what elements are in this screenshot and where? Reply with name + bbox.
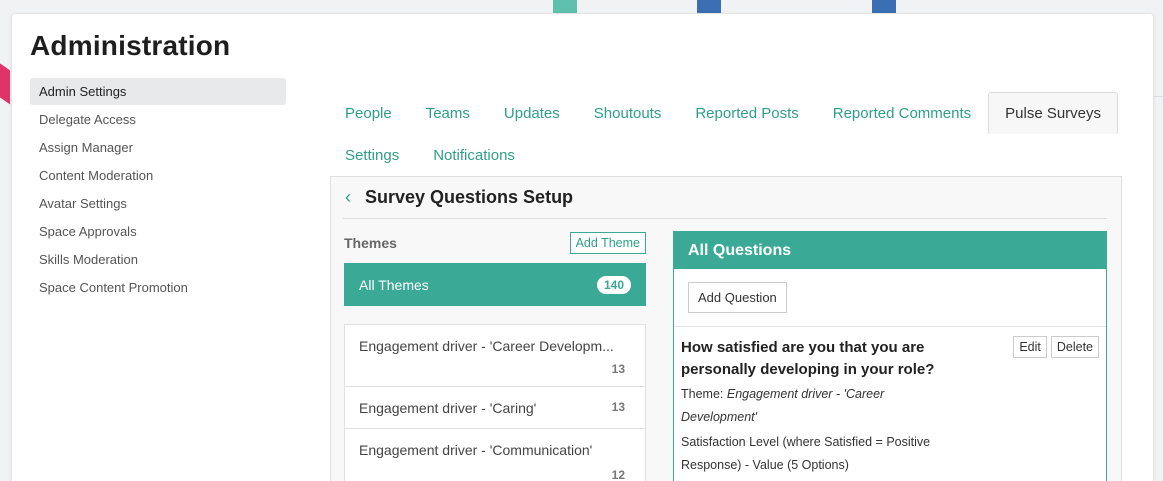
question-actions: Edit Delete xyxy=(1013,336,1099,358)
add-question-area: Add Question xyxy=(674,269,1106,327)
themes-column: Themes Add Theme All Themes 140 Engageme… xyxy=(344,231,646,481)
question-title: How satisfied are you that you are perso… xyxy=(681,339,935,378)
count-badge: 140 xyxy=(596,275,631,294)
background-decoration xyxy=(872,0,896,14)
sidebar-item-admin-settings[interactable]: Admin Settings xyxy=(30,78,286,105)
tab-notifications[interactable]: Notifications xyxy=(416,134,532,176)
content-title: Survey Questions Setup xyxy=(365,187,574,207)
sidebar-item-assign-manager[interactable]: Assign Manager xyxy=(30,134,286,161)
theme-name: Engagement driver - 'Career Developm... xyxy=(359,338,614,354)
add-question-button[interactable]: Add Question xyxy=(688,282,787,313)
background-decoration xyxy=(553,0,577,14)
tab-reported-comments[interactable]: Reported Comments xyxy=(816,92,988,134)
theme-list: Engagement driver - 'Career Developm... … xyxy=(344,324,646,481)
themes-header: Themes Add Theme xyxy=(344,231,646,255)
theme-name: Engagement driver - 'Communication' xyxy=(359,442,593,458)
tab-teams[interactable]: Teams xyxy=(409,92,487,134)
sidebar-item-avatar-settings[interactable]: Avatar Settings xyxy=(30,190,286,217)
theme-count: 13 xyxy=(611,362,625,376)
content-header: ‹ Survey Questions Setup xyxy=(343,177,1107,219)
theme-count: 12 xyxy=(611,468,625,481)
sidebar: Admin Settings Delegate Access Assign Ma… xyxy=(30,78,286,302)
theme-item[interactable]: Engagement driver - 'Communication' 12 xyxy=(345,429,645,481)
add-theme-button[interactable]: Add Theme xyxy=(569,232,646,254)
theme-count: 13 xyxy=(611,400,625,414)
sidebar-item-space-approvals[interactable]: Space Approvals xyxy=(30,218,286,245)
theme-name: Engagement driver - 'Caring' xyxy=(359,400,537,416)
questions-column: All Questions Add Question How satisfied… xyxy=(673,231,1107,481)
survey-questions-panel: ‹ Survey Questions Setup Themes Add Them… xyxy=(330,176,1122,481)
all-themes-label: All Themes xyxy=(359,276,429,293)
tab-pulse-surveys[interactable]: Pulse Surveys xyxy=(988,92,1119,134)
theme-item[interactable]: Engagement driver - 'Career Developm... … xyxy=(345,325,645,387)
tab-updates[interactable]: Updates xyxy=(487,92,577,134)
question-type: Satisfaction Level (where Satisfied = Po… xyxy=(681,435,931,472)
tab-shoutouts[interactable]: Shoutouts xyxy=(577,92,679,134)
tab-row: Settings Notifications xyxy=(328,134,1128,176)
page-title: Administration xyxy=(30,30,231,61)
sidebar-item-skills-moderation[interactable]: Skills Moderation xyxy=(30,246,286,273)
background-decoration xyxy=(1153,96,1163,97)
questions-header: All Questions xyxy=(674,232,1106,269)
background-decoration xyxy=(697,0,721,14)
question-item: How satisfied are you that you are perso… xyxy=(674,327,1106,477)
admin-panel: Administration Admin Settings Delegate A… xyxy=(11,13,1154,481)
delete-button[interactable]: Delete xyxy=(1050,336,1099,358)
sidebar-item-content-moderation[interactable]: Content Moderation xyxy=(30,162,286,189)
background-decoration xyxy=(0,53,10,105)
themes-label: Themes xyxy=(344,235,397,251)
theme-item[interactable]: Engagement driver - 'Caring' 13 xyxy=(345,387,645,429)
question-theme-prefix: Theme: xyxy=(681,387,727,401)
tab-reported-posts[interactable]: Reported Posts xyxy=(678,92,815,134)
tab-row: People Teams Updates Shoutouts Reported … xyxy=(328,92,1128,134)
sidebar-item-delegate-access[interactable]: Delegate Access xyxy=(30,106,286,133)
tab-settings[interactable]: Settings xyxy=(328,134,416,176)
edit-button[interactable]: Edit xyxy=(1013,336,1047,358)
question-theme: Theme: Engagement driver - 'Career Devel… xyxy=(681,383,956,429)
sidebar-item-space-content-promotion[interactable]: Space Content Promotion xyxy=(30,274,286,301)
chevron-left-icon[interactable]: ‹ xyxy=(343,187,365,208)
tab-people[interactable]: People xyxy=(328,92,409,134)
tab-bar: People Teams Updates Shoutouts Reported … xyxy=(328,92,1128,176)
all-themes-item[interactable]: All Themes 140 xyxy=(344,263,646,306)
